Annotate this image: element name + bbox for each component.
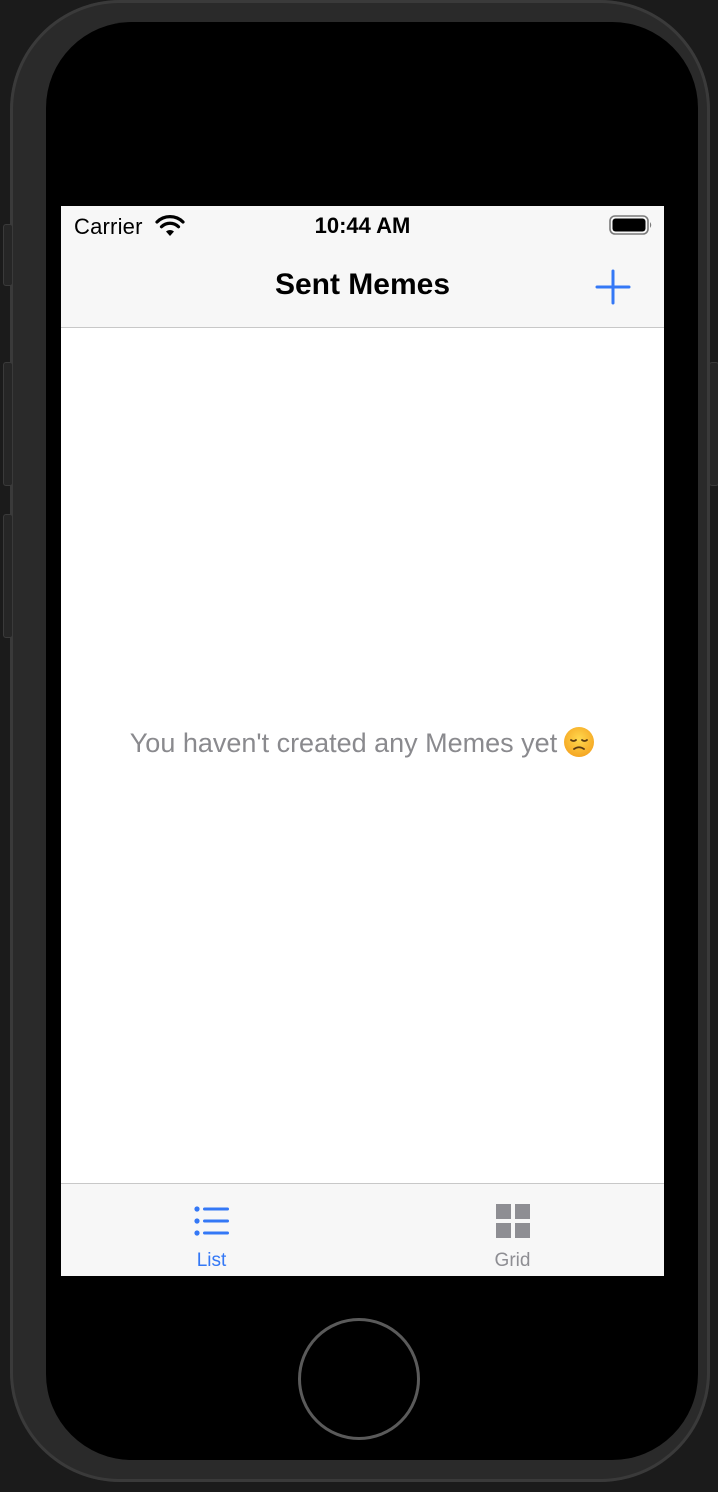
volume-up-button <box>3 362 13 486</box>
add-meme-button[interactable] <box>594 268 632 306</box>
app-screen: Carrier 10:44 AM Sent Memes You haven't … <box>61 206 664 1276</box>
tab-list-label: List <box>196 1250 227 1271</box>
empty-state-message: You haven't created any Memes yet <box>61 726 664 759</box>
navigation-bar: Sent Memes <box>61 246 664 328</box>
volume-down-button <box>3 514 13 638</box>
mute-switch <box>3 224 13 286</box>
page-title: Sent Memes <box>274 268 451 301</box>
tab-bar: List Grid <box>61 1183 664 1276</box>
battery-full-icon <box>609 215 652 235</box>
power-button <box>709 362 718 486</box>
status-bar: Carrier 10:44 AM <box>61 206 664 246</box>
grid-icon <box>495 1204 530 1238</box>
status-time: 10:44 AM <box>314 213 411 238</box>
empty-state-text: You haven't created any Memes yet <box>129 728 558 758</box>
tab-list[interactable]: List <box>61 1184 362 1276</box>
tab-grid[interactable]: Grid <box>362 1184 663 1276</box>
list-icon <box>193 1206 229 1236</box>
tab-grid-label: Grid <box>494 1250 531 1271</box>
disappointed-face-emoji-icon <box>564 727 595 757</box>
plus-icon <box>595 269 631 305</box>
home-button[interactable] <box>298 1318 420 1440</box>
